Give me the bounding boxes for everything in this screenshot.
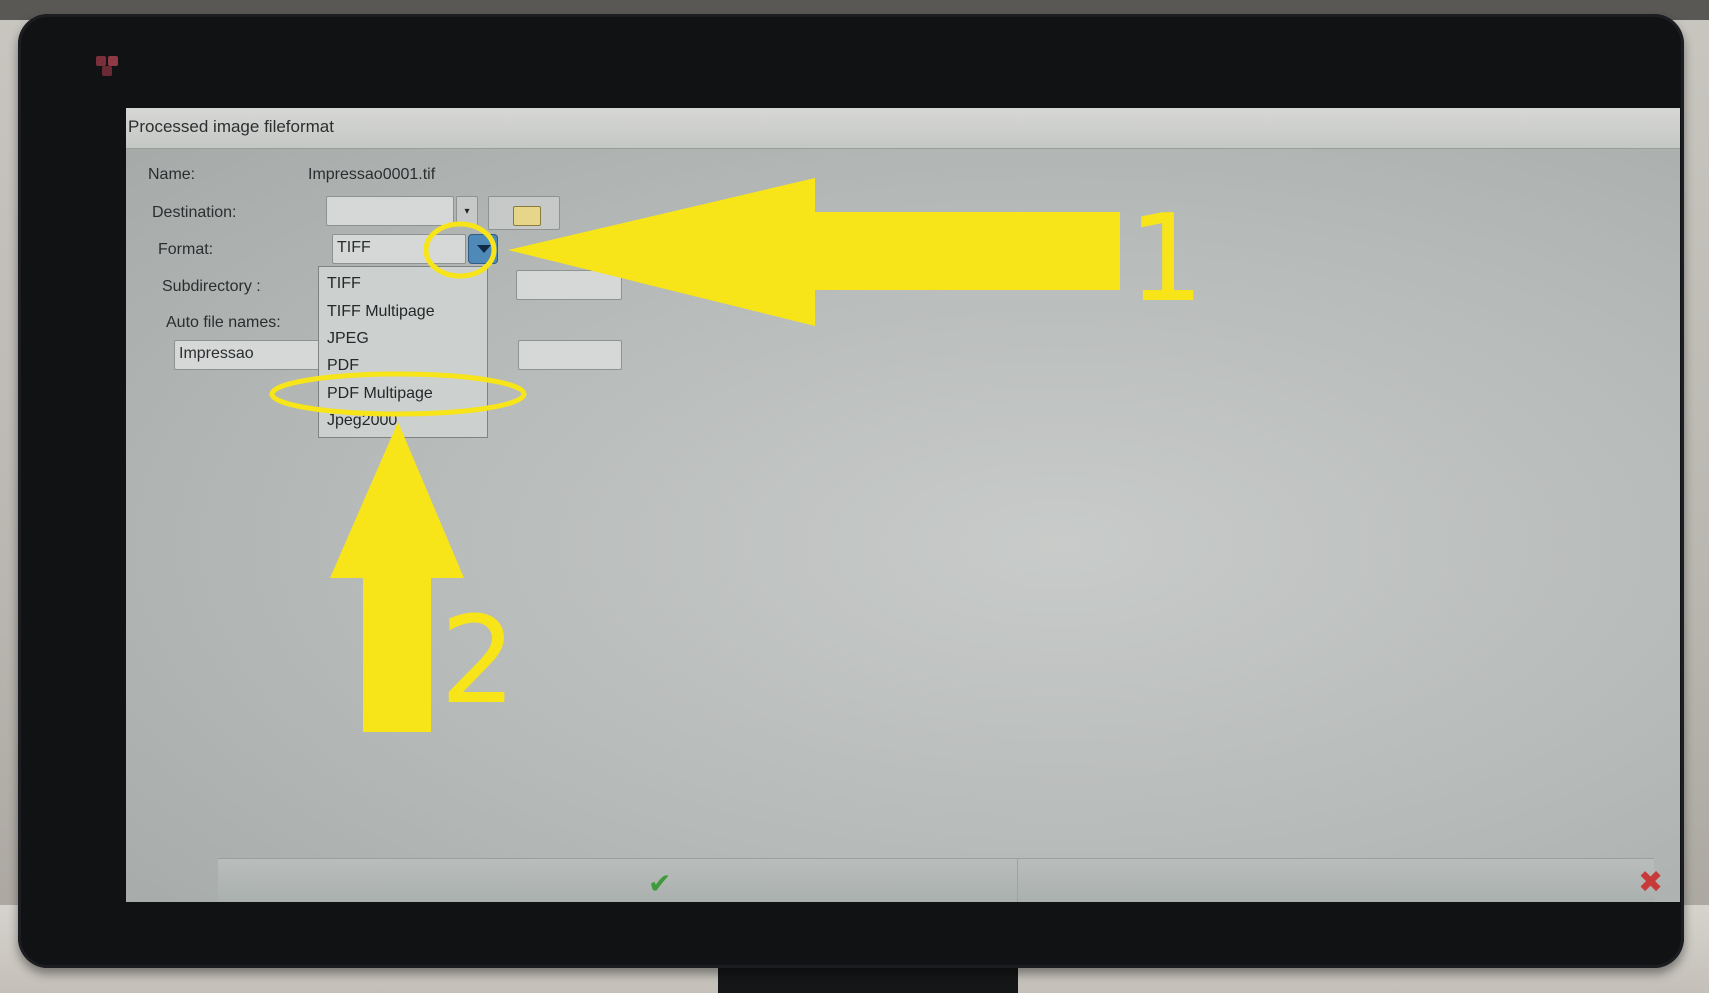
format-option-jpeg2000[interactable]: Jpeg2000	[327, 412, 397, 430]
browse-folder-button[interactable]	[488, 196, 560, 230]
file-prefix-field[interactable]: Impressao	[174, 340, 324, 370]
check-icon: ✔	[648, 868, 672, 899]
format-option-pdf[interactable]: PDF	[327, 357, 359, 375]
step-number-2: 2	[440, 592, 517, 731]
name-value: Impressao0001.tif	[308, 166, 436, 183]
file-counter-field[interactable]	[518, 340, 622, 370]
dialog-titlebar: Processed image fileformat	[126, 108, 1680, 149]
chevron-down-icon	[477, 245, 491, 253]
format-option-pdf-multipage[interactable]: PDF Multipage	[327, 385, 433, 403]
auto-file-names-label: Auto file names:	[166, 314, 281, 331]
destination-dropdown-button[interactable]: ▾	[456, 196, 478, 226]
format-dropdown-button[interactable]	[468, 234, 498, 264]
step-number-1: 1	[1128, 190, 1205, 329]
format-option-tiff-multipage[interactable]: TIFF Multipage	[327, 303, 435, 321]
format-label: Format:	[158, 241, 214, 258]
dialog-footer: ✔ ✖	[218, 858, 1663, 902]
photo-scene: Processed image fileformat Name: Impress…	[0, 0, 1709, 993]
format-select[interactable]: TIFF	[332, 234, 466, 264]
format-option-tiff[interactable]: TIFF	[327, 275, 361, 293]
format-dropdown-list: TIFF TIFF Multipage JPEG PDF PDF Multipa…	[318, 266, 488, 438]
destination-field[interactable]	[326, 196, 454, 226]
folder-icon	[513, 206, 541, 226]
subdirectory-label: Subdirectory :	[162, 278, 261, 295]
x-icon: ✖	[1638, 866, 1664, 899]
dialog-title: Processed image fileformat	[128, 117, 334, 136]
dialog-screen: Processed image fileformat Name: Impress…	[126, 108, 1680, 902]
format-option-jpeg[interactable]: JPEG	[327, 330, 369, 348]
monitor-bezel: Processed image fileformat Name: Impress…	[18, 14, 1684, 968]
cancel-button[interactable]: ✖	[1018, 859, 1663, 902]
destination-label: Destination:	[152, 204, 237, 221]
name-label: Name:	[148, 166, 196, 183]
subdirectory-field[interactable]	[516, 270, 622, 300]
brand-logo	[96, 56, 128, 78]
ok-button[interactable]: ✔	[218, 859, 1018, 902]
